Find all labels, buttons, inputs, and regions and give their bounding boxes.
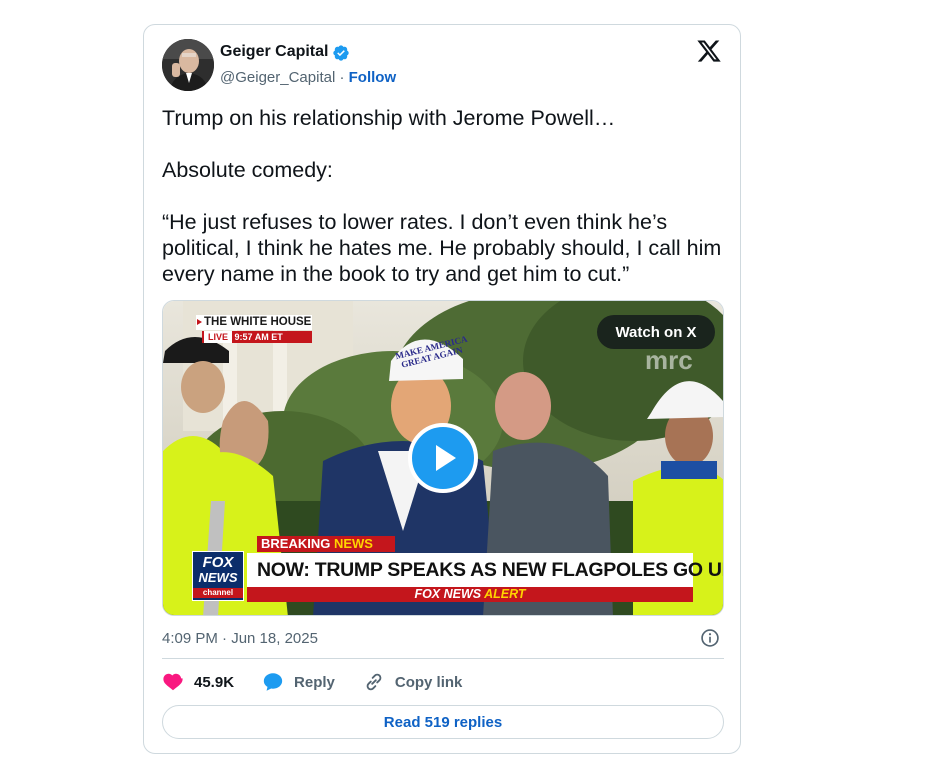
white-house-label: THE WHITE HOUSE [196,315,312,330]
separator: · [339,69,345,86]
live-label: LIVE [204,331,233,343]
follow-button[interactable]: Follow [349,69,397,86]
play-icon [436,445,456,471]
tweet-timestamp[interactable]: 4:09 PM · Jun 18, 2025 [162,630,318,647]
like-count: 45.9K [194,673,235,691]
verified-badge-icon [333,45,349,61]
tweet-embed-card: Geiger Capital @Geiger_Capital · Follow … [143,24,741,754]
info-icon[interactable] [700,628,720,648]
copy-link-label: Copy link [394,673,463,691]
divider [162,658,724,659]
play-button[interactable] [408,423,478,493]
heart-icon [163,673,183,691]
live-time: 9:57 AM ET [234,332,283,342]
reply-button[interactable]: Reply [262,671,335,693]
live-strip: LIVE 9:57 AM ET [202,331,312,343]
read-replies-button[interactable]: Read 519 replies [162,705,724,739]
chyron-headline: NOW: TRUMP SPEAKS AS NEW FLAGPOLES GO UP [247,553,723,587]
avatar[interactable] [162,39,214,91]
link-icon [366,673,382,691]
handle-line: @Geiger_Capital · Follow [220,69,396,86]
mrc-watermark: mrc [645,345,693,375]
watch-on-x-button[interactable]: Watch on X [597,315,715,349]
fox-news-alert: FOX NEWS ALERT [247,587,693,602]
tweet-paragraph: Trump on his relationship with Jerome Po… [162,106,616,130]
reply-label: Reply [294,673,335,691]
author-name[interactable]: Geiger Capital [220,43,328,61]
breaking-news-tag: BREAKING NEWS [257,536,395,552]
tweet-paragraph: Absolute comedy: [162,158,333,182]
tweet-text: Trump on his relationship with Jerome Po… [162,105,722,287]
fox-news-logo: FOX NEWS channel [192,551,244,601]
video-player[interactable]: MAKE AMERICA GREAT AGAIN mrc THE WHITE H… [162,300,724,616]
copy-link-button[interactable]: Copy link [363,671,463,693]
x-logo-icon[interactable] [696,38,722,64]
like-button[interactable]: 45.9K [162,671,234,693]
action-bar: 45.9K Reply Copy link [162,667,490,697]
tweet-paragraph: “He just refuses to lower rates. I don’t… [162,210,722,286]
author-handle[interactable]: @Geiger_Capital [220,69,335,86]
reply-bubble-icon [263,673,283,691]
